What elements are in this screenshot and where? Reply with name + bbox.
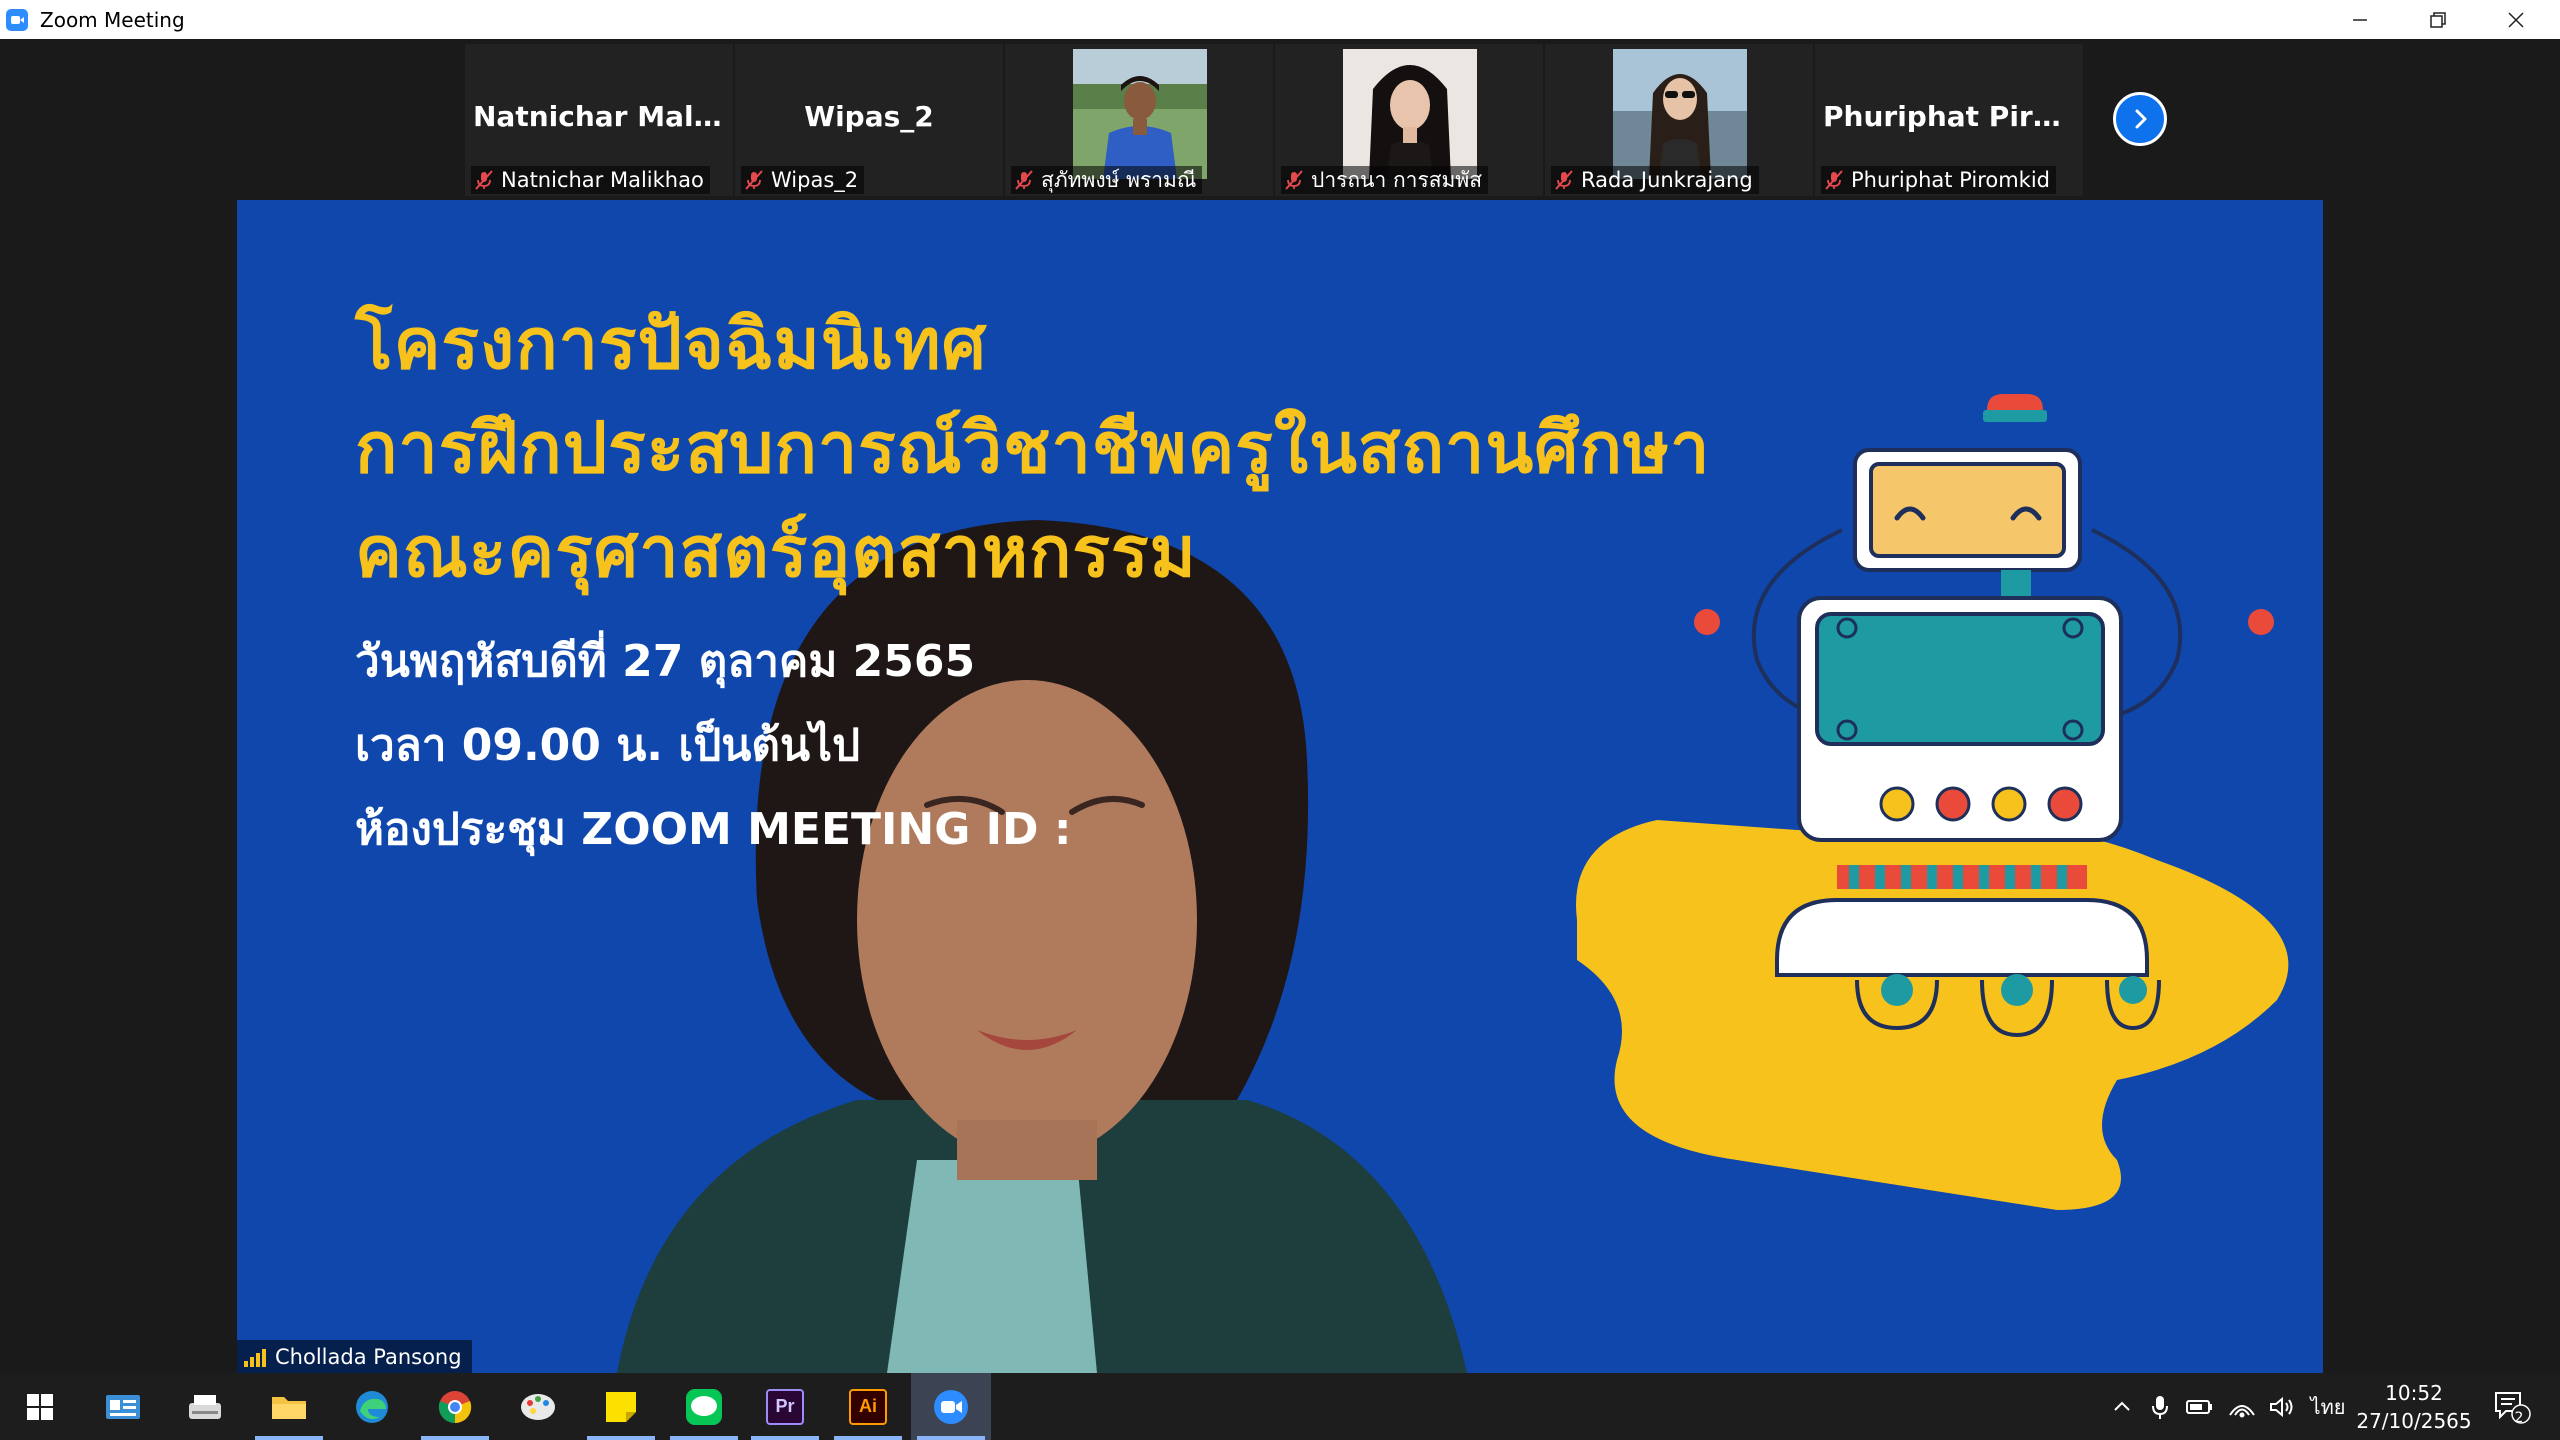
clock-date: 27/10/2565 (2356, 1408, 2472, 1433)
taskbar-zoom[interactable] (911, 1373, 991, 1440)
tray-wifi[interactable] (2222, 1373, 2262, 1440)
next-page-button[interactable] (2113, 92, 2167, 146)
slide-title-line: คณะครุศาสตร์อุตสาหกรรม (355, 511, 1197, 593)
microphone-icon (2152, 1395, 2168, 1419)
participant-tile[interactable]: Wipas_2 Wipas_2 (735, 44, 1005, 196)
taskbar-news-app[interactable] (83, 1373, 163, 1440)
line-app-icon (686, 1388, 722, 1425)
participant-name-label: Wipas_2 (741, 166, 865, 194)
muted-mic-icon (475, 170, 493, 190)
start-button[interactable] (0, 1373, 80, 1440)
close-icon (2508, 11, 2524, 28)
edge-browser-icon (356, 1390, 388, 1423)
notification-count: 2 (2514, 1410, 2524, 1426)
participant-video-thumbnail (1343, 49, 1477, 179)
wifi-icon (2229, 1404, 2255, 1417)
windows-logo-icon (27, 1393, 53, 1420)
windows-taskbar: Pr Ai ไทย 10:52 27/10/2565 2 (0, 1373, 2560, 1440)
window-title: Zoom Meeting (40, 7, 185, 32)
participant-tile[interactable]: สุภัทพงษ์ พรามณี (1005, 44, 1275, 196)
show-hidden-icons-button[interactable] (2104, 1373, 2140, 1440)
chevron-right-icon (2135, 109, 2147, 129)
illustrator-icon: Ai (849, 1388, 887, 1425)
participant-name-label: Phuriphat Piromkid (1821, 166, 2057, 194)
active-speaker-label: Chollada Pansong (237, 1340, 472, 1373)
volume-icon (2270, 1396, 2293, 1417)
participant-gallery: Natnichar Malik... Natnichar Malikhao Wi… (465, 44, 2085, 196)
participant-display-name: Natnichar Malik... (473, 100, 733, 133)
folder-icon (272, 1396, 306, 1419)
news-icon (106, 1394, 140, 1419)
participant-name: Phuriphat Piromkid (1851, 168, 2051, 192)
taskbar-file-explorer[interactable] (249, 1373, 329, 1440)
battery-icon (2186, 1399, 2212, 1414)
chrome-browser-icon (438, 1390, 472, 1423)
participant-tile[interactable]: Phuriphat Piro... Phuriphat Piromkid (1815, 44, 2085, 196)
taskbar-illustrator[interactable]: Ai (828, 1373, 908, 1440)
muted-mic-icon (745, 170, 763, 190)
participant-name: Rada Junkrajang (1581, 168, 1753, 192)
slide-date-line: วันพฤหัสบดีที่ 27 ตุลาคม 2565 (355, 636, 976, 687)
taskbar-sticky-notes[interactable] (581, 1373, 661, 1440)
participant-name: ปารถนา การสมพัส (1311, 167, 1483, 192)
scanner-icon (189, 1394, 221, 1419)
taskbar-clock[interactable]: 10:52 27/10/2565 (2352, 1373, 2476, 1440)
participant-video-thumbnail (1073, 49, 1207, 179)
tray-volume[interactable] (2262, 1373, 2302, 1440)
participant-name: สุภัทพงษ์ พรามณี (1041, 167, 1197, 192)
taskbar-line[interactable] (664, 1373, 744, 1440)
minimize-icon (2353, 18, 2367, 21)
active-speaker-name: Chollada Pansong (275, 1344, 462, 1369)
muted-mic-icon (1555, 170, 1573, 190)
taskbar-edge[interactable] (332, 1373, 412, 1440)
participant-tile[interactable]: ปารถนา การสมพัส (1275, 44, 1545, 196)
premiere-pro-icon: Pr (766, 1388, 804, 1425)
title-bar[interactable]: Zoom Meeting (0, 0, 2560, 39)
clock-time: 10:52 (2385, 1380, 2443, 1405)
input-language-indicator[interactable]: ไทย (2310, 1373, 2346, 1440)
slide-title-line: โครงการปัจฉิมนิเทศ (355, 303, 988, 385)
participant-name: Wipas_2 (771, 168, 859, 192)
participant-name: Natnichar Malikhao (501, 168, 704, 192)
participant-name-label: Rada Junkrajang (1551, 166, 1759, 194)
connection-signal-icon (244, 1348, 266, 1367)
restore-button[interactable] (2400, 0, 2476, 39)
muted-mic-icon (1015, 170, 1033, 190)
participant-name-label: Natnichar Malikhao (471, 166, 710, 194)
tray-battery[interactable] (2180, 1373, 2220, 1440)
participant-name-label: สุภัทพงษ์ พรามณี (1011, 166, 1203, 194)
participant-tile[interactable]: Rada Junkrajang (1545, 44, 1815, 196)
zoom-app-icon (934, 1389, 968, 1424)
slide-time-line: เวลา 09.00 น. เป็นต้นไป (355, 720, 861, 771)
slide-title-line: การฝึกประสบการณ์วิชาชีพครูในสถานศึกษา (355, 407, 1711, 489)
participant-video-thumbnail (1613, 49, 1747, 179)
taskbar-paint[interactable] (498, 1373, 578, 1440)
muted-mic-icon (1825, 170, 1843, 190)
meeting-area: Natnichar Malik... Natnichar Malikhao Wi… (0, 39, 2560, 1373)
participant-name-label: ปารถนา การสมพัส (1281, 166, 1489, 194)
slide-room-line: ห้องประชุม ZOOM MEETING ID : (355, 804, 1072, 855)
taskbar-chrome[interactable] (415, 1373, 495, 1440)
close-button[interactable] (2478, 0, 2554, 39)
taskbar-premiere-pro[interactable]: Pr (745, 1373, 825, 1440)
taskbar-scanner-app[interactable] (165, 1373, 245, 1440)
zoom-app-icon (6, 8, 28, 31)
participant-display-name: Wipas_2 (804, 100, 934, 133)
action-center-button[interactable]: 2 (2484, 1373, 2540, 1440)
sticky-notes-icon (606, 1391, 636, 1422)
restore-icon (2430, 11, 2446, 28)
minimize-button[interactable] (2322, 0, 2398, 39)
active-speaker-video[interactable]: โครงการปัจฉิมนิเทศ การฝึกประสบการณ์วิชาช… (237, 200, 2323, 1373)
participant-tile[interactable]: Natnichar Malik... Natnichar Malikhao (465, 44, 735, 196)
tray-microphone[interactable] (2142, 1373, 2178, 1440)
paint-palette-icon (521, 1393, 555, 1420)
participant-display-name: Phuriphat Piro... (1823, 100, 2083, 133)
muted-mic-icon (1285, 170, 1303, 190)
chevron-up-icon (2114, 1401, 2130, 1411)
